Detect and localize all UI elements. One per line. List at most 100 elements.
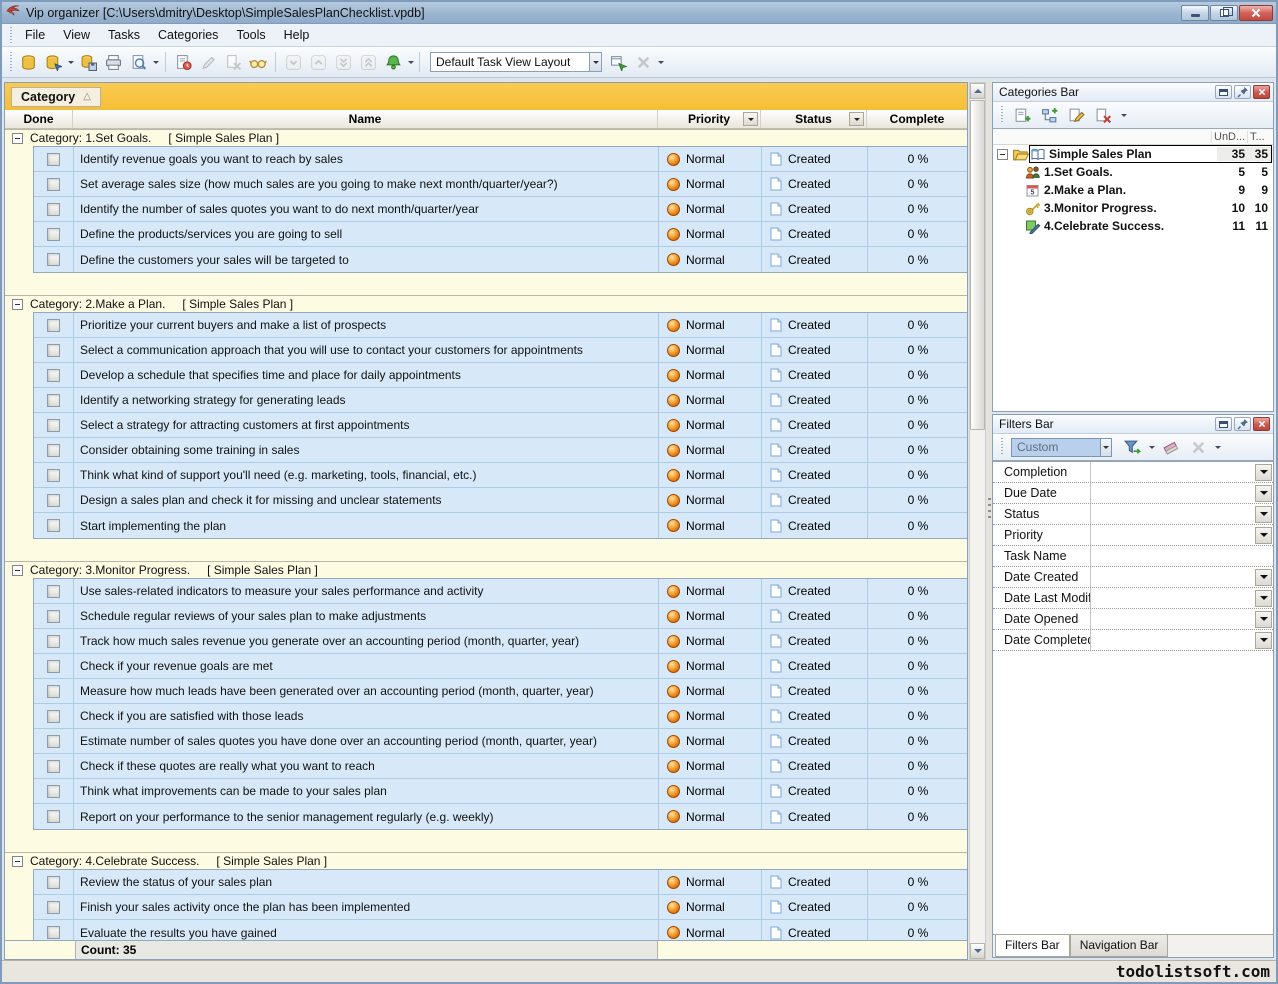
task-checkbox[interactable] [47, 926, 60, 939]
task-checkbox[interactable] [47, 735, 60, 748]
move-to-bottom-icon[interactable] [331, 50, 355, 74]
filter-value-field[interactable] [1091, 504, 1273, 524]
menu-file[interactable]: File [16, 25, 54, 45]
menu-view[interactable]: View [54, 25, 99, 45]
collapse-icon[interactable] [12, 565, 23, 576]
clear-filter-icon[interactable] [1159, 435, 1183, 459]
task-checkbox[interactable] [47, 785, 60, 798]
tree-item[interactable]: Simple Sales Plan3535 [993, 145, 1273, 163]
filter-preset-combo[interactable]: Custom [1011, 438, 1101, 457]
edit-category-icon[interactable] [1065, 103, 1089, 127]
filter-value-field[interactable] [1091, 546, 1273, 566]
move-up-icon[interactable] [306, 50, 330, 74]
menu-tasks[interactable]: Tasks [99, 25, 149, 45]
delete-task-icon[interactable] [221, 50, 245, 74]
task-checkbox[interactable] [47, 685, 60, 698]
scroll-up-button[interactable] [970, 83, 985, 99]
panel-restore-button[interactable] [1215, 85, 1232, 99]
task-row[interactable]: Check if these quotes are really what yo… [34, 754, 967, 779]
print-icon[interactable] [101, 50, 125, 74]
task-checkbox[interactable] [47, 585, 60, 598]
vertical-scrollbar[interactable] [969, 82, 986, 960]
task-checkbox[interactable] [47, 153, 60, 166]
chevron-down-icon[interactable] [1255, 569, 1272, 586]
task-row[interactable]: Evaluate the results you have gainedNorm… [34, 920, 967, 940]
task-checkbox[interactable] [47, 444, 60, 457]
open-database-icon[interactable] [41, 50, 65, 74]
task-row[interactable]: Define the products/services you are goi… [34, 222, 967, 247]
collapse-icon[interactable] [12, 133, 23, 144]
view-task-icon[interactable] [246, 50, 270, 74]
task-row[interactable]: Set average sales size (how much sales a… [34, 172, 967, 197]
task-checkbox[interactable] [47, 319, 60, 332]
panel-close-button[interactable] [1253, 417, 1270, 431]
task-row[interactable]: Report on your performance to the senior… [34, 804, 967, 829]
panel-pin-button[interactable] [1234, 417, 1251, 431]
task-row[interactable]: Finish your sales activity once the plan… [34, 895, 967, 920]
category-group-row[interactable]: Category: 3.Monitor Progress.[ Simple Sa… [5, 561, 967, 578]
save-database-icon[interactable] [76, 50, 100, 74]
tab-navigation-bar[interactable]: Navigation Bar [1070, 935, 1169, 957]
task-row[interactable]: Identify a networking strategy for gener… [34, 388, 967, 413]
task-checkbox[interactable] [47, 469, 60, 482]
collapse-icon[interactable] [997, 149, 1012, 160]
task-checkbox[interactable] [47, 494, 60, 507]
reminder-icon[interactable] [381, 50, 405, 74]
filter-value-field[interactable] [1091, 609, 1273, 629]
category-group-row[interactable]: Category: 1.Set Goals.[ Simple Sales Pla… [5, 129, 967, 146]
restore-button[interactable] [1210, 5, 1238, 21]
tab-filters-bar[interactable]: Filters Bar [995, 935, 1070, 957]
column-header-name[interactable]: Name [73, 110, 658, 128]
delete-filter-icon[interactable] [1186, 435, 1210, 459]
task-row[interactable]: Identify the number of sales quotes you … [34, 197, 967, 222]
chevron-down-icon[interactable] [1255, 590, 1272, 607]
layout-combo[interactable]: Default Task View Layout [430, 52, 590, 72]
task-row[interactable]: Select a strategy for attracting custome… [34, 413, 967, 438]
add-subcategory-icon[interactable] [1038, 103, 1062, 127]
task-row[interactable]: Consider obtaining some training in sale… [34, 438, 967, 463]
task-checkbox[interactable] [47, 660, 60, 673]
chevron-down-icon[interactable] [590, 52, 602, 72]
priority-filter-button[interactable] [743, 112, 758, 126]
category-group-button[interactable]: Category △ [11, 87, 101, 107]
add-task-icon[interactable] [171, 50, 195, 74]
task-row[interactable]: Prioritize your current buyers and make … [34, 313, 967, 338]
save-layout-icon[interactable] [606, 50, 630, 74]
edit-task-icon[interactable] [196, 50, 220, 74]
panel-restore-button[interactable] [1215, 417, 1232, 431]
task-row[interactable]: Think what improvements can be made to y… [34, 779, 967, 804]
close-button[interactable] [1239, 5, 1273, 21]
dropdown-arrow-icon[interactable] [1119, 103, 1128, 127]
column-header-complete[interactable]: Complete [867, 110, 967, 128]
task-checkbox[interactable] [47, 760, 60, 773]
dropdown-arrow-icon[interactable] [406, 50, 415, 74]
dropdown-arrow-icon[interactable] [1213, 435, 1222, 459]
column-header-total[interactable]: T... [1247, 131, 1273, 143]
column-header-undone[interactable]: UnD... [1211, 131, 1247, 143]
print-preview-icon[interactable] [126, 50, 150, 74]
task-checkbox[interactable] [47, 369, 60, 382]
chevron-down-icon[interactable] [1255, 506, 1272, 523]
task-row[interactable]: Start implementing the planNormalCreated… [34, 513, 967, 538]
collapse-icon[interactable] [12, 299, 23, 310]
menu-help[interactable]: Help [275, 25, 319, 45]
add-category-icon[interactable] [1011, 103, 1035, 127]
task-checkbox[interactable] [47, 228, 60, 241]
filter-value-field[interactable] [1091, 630, 1273, 650]
task-checkbox[interactable] [47, 203, 60, 216]
task-checkbox[interactable] [47, 810, 60, 823]
task-row[interactable]: Identify revenue goals you want to reach… [34, 147, 967, 172]
dropdown-arrow-icon[interactable] [66, 50, 75, 74]
task-checkbox[interactable] [47, 610, 60, 623]
task-checkbox[interactable] [47, 344, 60, 357]
column-header-priority[interactable]: Priority [658, 110, 761, 128]
task-checkbox[interactable] [47, 253, 60, 266]
chevron-down-icon[interactable] [1255, 611, 1272, 628]
task-checkbox[interactable] [47, 394, 60, 407]
task-row[interactable]: Schedule regular reviews of your sales p… [34, 604, 967, 629]
task-row[interactable]: Develop a schedule that specifies time a… [34, 363, 967, 388]
dropdown-arrow-icon[interactable] [151, 50, 160, 74]
task-row[interactable]: Think what kind of support you'll need (… [34, 463, 967, 488]
chevron-down-icon[interactable] [1255, 527, 1272, 544]
new-database-icon[interactable] [16, 50, 40, 74]
